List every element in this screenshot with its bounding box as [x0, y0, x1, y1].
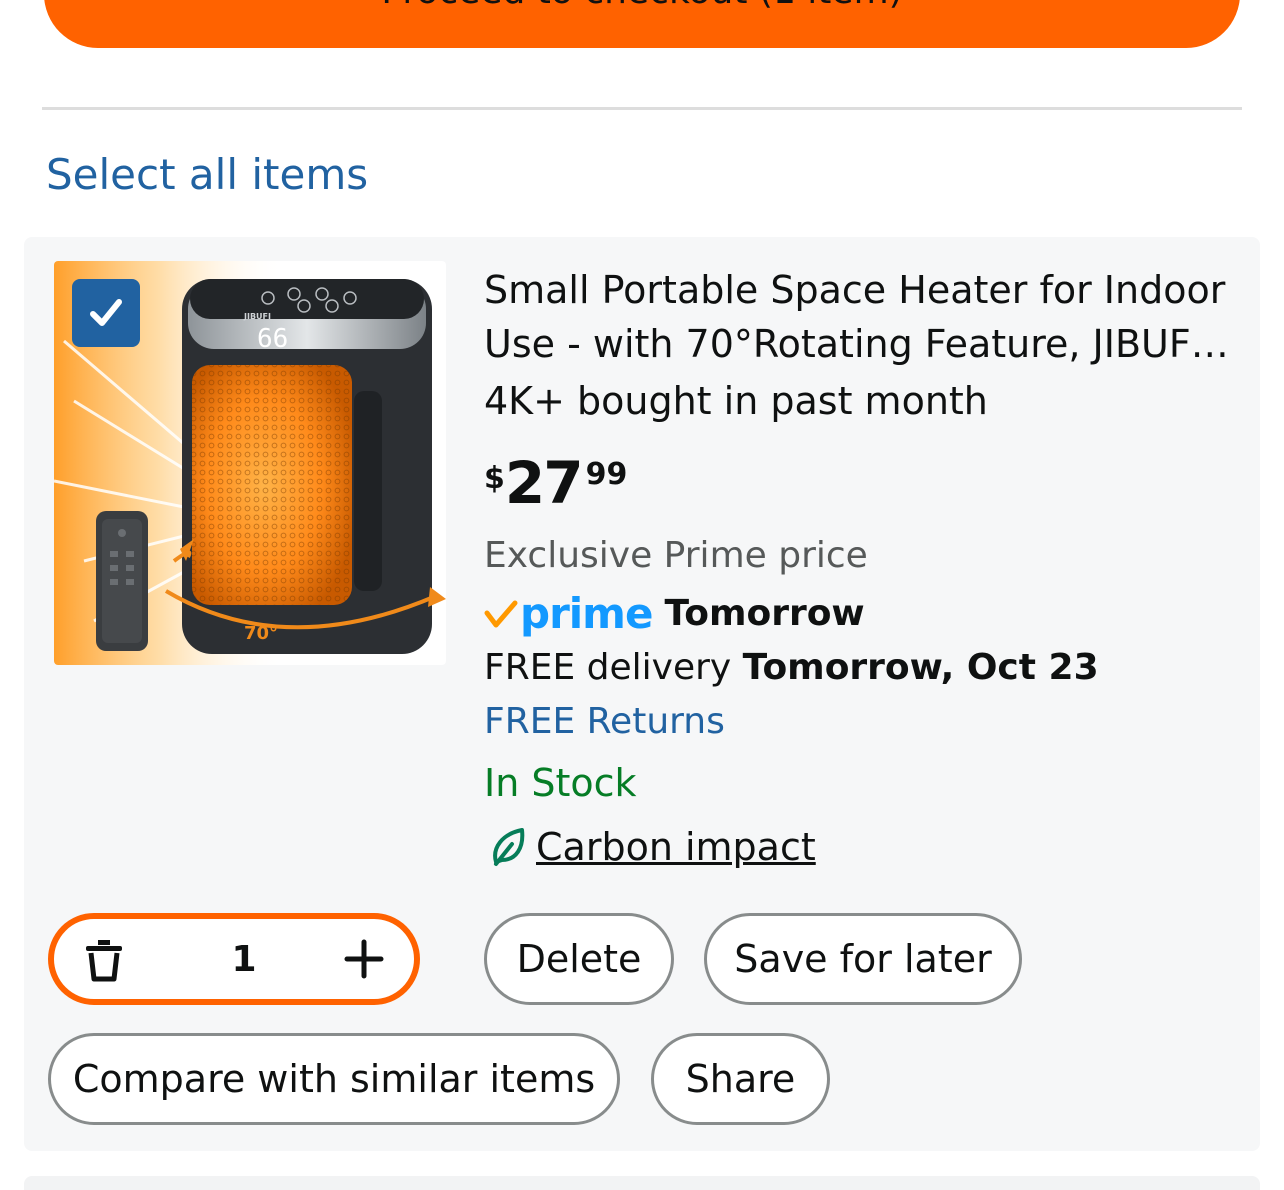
exclusive-prime-price-label: Exclusive Prime price [484, 535, 868, 576]
price-whole: 27 [504, 449, 584, 517]
bought-count: 4K+ bought in past month [484, 379, 988, 423]
delete-button-label: Delete [516, 937, 642, 981]
delivery-date: Tomorrow, Oct 23 [742, 647, 1099, 688]
checkout-label: Proceed to checkout (1 item) [381, 0, 902, 12]
checkmark-icon [90, 299, 122, 326]
svg-text:JIBUFI: JIBUFI [243, 312, 271, 321]
share-label: Share [685, 1057, 796, 1101]
compare-label: Compare with similar items [72, 1057, 596, 1101]
cart-item-card: 66 JIBUFI 70° Small Portable Space Heate… [24, 237, 1260, 1151]
free-returns-link[interactable]: FREE Returns [484, 701, 725, 742]
prime-check-icon [484, 600, 518, 627]
item-price: $ 27 99 [484, 451, 627, 515]
select-all-link[interactable]: Select all items [46, 150, 368, 199]
proceed-to-checkout-button[interactable]: Proceed to checkout (1 item) [44, 0, 1240, 48]
decrease-quantity-button[interactable] [82, 937, 126, 987]
prime-delivery-badge: prime Tomorrow [484, 589, 865, 638]
prime-delivery-day: Tomorrow [664, 593, 865, 634]
quantity-value: 1 [231, 939, 257, 980]
leaf-icon [493, 828, 525, 866]
compare-similar-items-button[interactable]: Compare with similar items [48, 1033, 620, 1125]
share-button[interactable]: Share [651, 1033, 830, 1125]
carbon-impact-link[interactable]: Carbon impact [490, 825, 816, 869]
save-for-later-button[interactable]: Save for later [704, 913, 1022, 1005]
delivery-info: FREE delivery Tomorrow, Oct 23 [484, 647, 1099, 688]
next-cart-item-card [24, 1176, 1260, 1190]
trash-icon [86, 940, 122, 982]
delete-button[interactable]: Delete [484, 913, 674, 1005]
price-fraction: 99 [585, 457, 628, 492]
cart-page: Proceed to checkout (1 item) Select all … [0, 0, 1284, 1190]
quantity-stepper: 1 [48, 913, 420, 1005]
item-select-checkbox[interactable] [72, 279, 140, 347]
save-for-later-label: Save for later [734, 937, 992, 981]
delivery-prefix: FREE delivery [484, 647, 743, 688]
divider [42, 107, 1242, 110]
heater-display-text: 66 [257, 324, 288, 354]
price-currency: $ [484, 461, 505, 496]
stock-status: In Stock [484, 761, 637, 805]
plus-icon [344, 939, 384, 979]
carbon-impact-label: Carbon impact [536, 825, 816, 869]
prime-logo-text: prime [520, 589, 653, 638]
rotation-angle-label: 70° [244, 623, 278, 644]
increase-quantity-button[interactable] [344, 939, 384, 983]
product-title-link[interactable]: Small Portable Space Heater for Indoor U… [484, 263, 1234, 371]
